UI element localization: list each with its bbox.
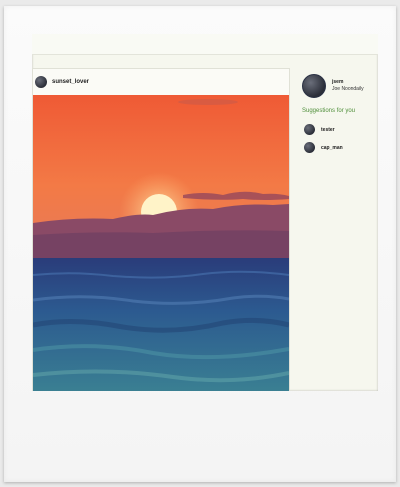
suggestion-username[interactable]: cap_man — [321, 145, 343, 151]
current-user-display-name: Joe Noondaily — [332, 86, 364, 92]
post-header: sunset_lover — [33, 69, 289, 95]
suggestions-heading: Suggestions for you — [302, 108, 356, 114]
post-author-avatar[interactable] — [35, 76, 47, 88]
current-user-username[interactable]: jsem — [332, 79, 364, 86]
polaroid-frame: sunset_lover jsem Joe Noondaily Suggesti… — [4, 6, 396, 482]
current-user-avatar[interactable] — [302, 74, 326, 98]
suggestion-avatar[interactable] — [304, 124, 315, 135]
suggestion-username[interactable]: tester — [321, 127, 335, 133]
post-image[interactable] — [33, 95, 289, 391]
suggestion-item[interactable]: cap_man — [304, 142, 343, 153]
suggestion-item[interactable]: tester — [304, 124, 335, 135]
top-navigation-bar — [32, 34, 378, 55]
suggestion-avatar[interactable] — [304, 142, 315, 153]
instagram-screen: sunset_lover jsem Joe Noondaily Suggesti… — [32, 34, 378, 391]
right-sidebar: jsem Joe Noondaily Suggestions for you t… — [298, 68, 378, 368]
current-user-card[interactable]: jsem Joe Noondaily — [302, 74, 364, 98]
post-author-username[interactable]: sunset_lover — [52, 79, 89, 85]
feed-post: sunset_lover — [32, 68, 290, 391]
